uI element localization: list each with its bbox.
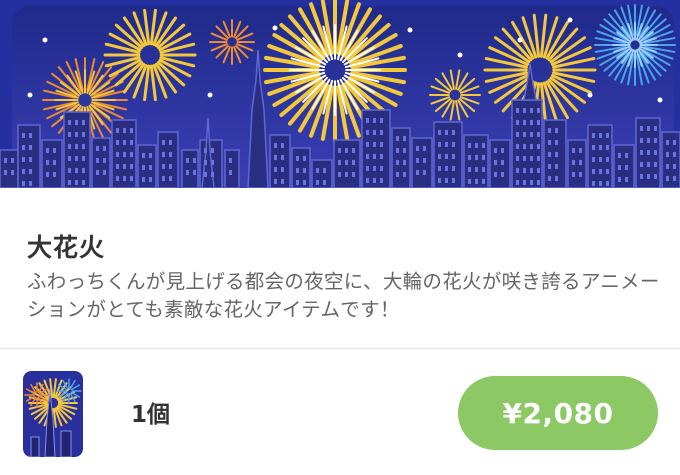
- fireworks-banner-illustration: [0, 0, 680, 188]
- quantity-label: 1個: [131, 402, 171, 428]
- purchase-row: 1個 ¥2,080: [0, 349, 680, 475]
- item-title: 大花火: [27, 233, 106, 262]
- item-banner: [0, 0, 680, 188]
- fireworks-tower-thumbnail-icon: [23, 371, 83, 457]
- item-info: 大花火 ふわっちくんが見上げる都会の夜空に、大輪の花火が咲き誇るアニメーションが…: [0, 188, 680, 348]
- item-description: ふわっちくんが見上げる都会の夜空に、大輪の花火が咲き誇るアニメーションがとても素…: [27, 270, 660, 321]
- purchase-price-button[interactable]: ¥2,080: [458, 376, 658, 450]
